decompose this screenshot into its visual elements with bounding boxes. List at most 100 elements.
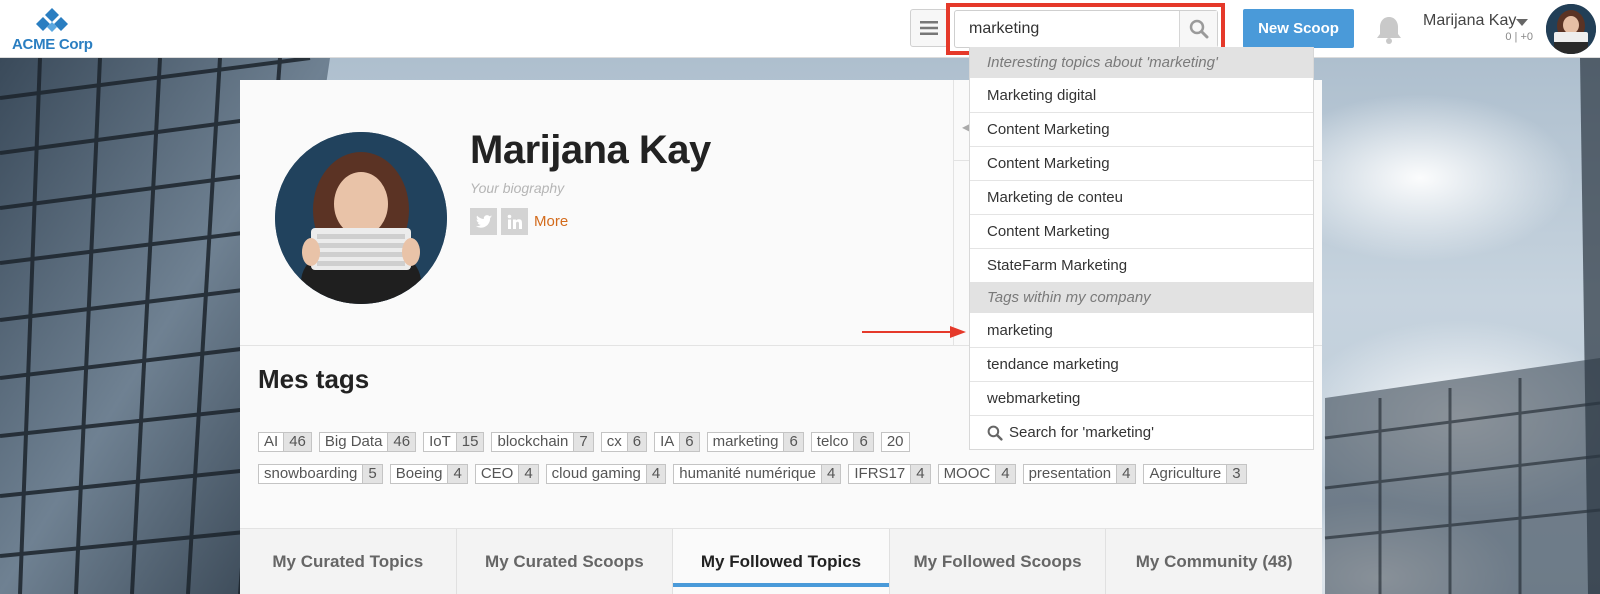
tag-count: 4 xyxy=(1116,465,1136,483)
tag-name: IA xyxy=(660,433,675,450)
tags-title: Mes tags xyxy=(258,364,370,394)
topic-suggestion[interactable]: Marketing de conteu xyxy=(970,180,1313,214)
tag-suggestion[interactable]: tendance marketing xyxy=(970,347,1313,381)
tag-count: 4 xyxy=(518,465,538,483)
tag-count: 5 xyxy=(362,465,382,483)
new-scoop-button[interactable]: New Scoop xyxy=(1243,9,1354,48)
tab-my-curated-topics[interactable]: My Curated Topics xyxy=(240,529,457,594)
bell-icon[interactable] xyxy=(1375,15,1403,45)
tag-chip[interactable]: Boeing 4 xyxy=(389,464,468,484)
biography-placeholder[interactable]: Your biography xyxy=(470,180,564,196)
tag-count: 6 xyxy=(626,433,647,451)
tag-chip[interactable]: blockchain 7 xyxy=(491,432,594,452)
tag-name: cx xyxy=(606,433,622,450)
profile-tabs: My Curated Topics My Curated Scoops My Fol… xyxy=(240,528,1322,594)
search-all-label: Search for 'marketing' xyxy=(1009,424,1154,441)
tab-my-curated-scoops[interactable]: My Curated Scoops xyxy=(457,529,674,594)
tag-count: 4 xyxy=(447,465,467,483)
tag-name: 20 xyxy=(886,433,904,450)
topics-section-header: Interesting topics about 'marketing' xyxy=(970,47,1313,78)
tag-name: humanité numérique xyxy=(679,465,817,482)
tab-my-followed-scoops[interactable]: My Followed Scoops xyxy=(890,529,1107,594)
tab-my-followed-topics[interactable]: My Followed Topics xyxy=(673,529,890,594)
search-suggestions-dropdown: Interesting topics about 'marketing' Mar… xyxy=(969,47,1314,450)
tag-chip[interactable]: marketing 6 xyxy=(706,432,804,452)
tag-count: 4 xyxy=(910,465,930,483)
tag-count: 6 xyxy=(679,433,699,451)
tag-suggestion[interactable]: marketing xyxy=(970,313,1313,347)
tag-name: telco xyxy=(816,433,849,450)
tag-count: 46 xyxy=(387,433,416,451)
tag-count: 46 xyxy=(283,433,311,451)
tag-name: Agriculture xyxy=(1149,465,1222,482)
tag-name: Big Data xyxy=(324,433,383,450)
acme-logo[interactable]: ACME Corp xyxy=(10,8,100,53)
tag-count: 7 xyxy=(573,433,593,451)
topic-suggestion[interactable]: Content Marketing xyxy=(970,112,1313,146)
tag-name: AI xyxy=(264,433,279,450)
tag-chip[interactable]: Big Data 46 xyxy=(318,432,417,452)
topic-suggestion[interactable]: Content Marketing xyxy=(970,146,1313,180)
tag-name: MOOC xyxy=(943,465,991,482)
top-header: ACME Corp New Scoop Marijana Kay 0 | +0 xyxy=(0,0,1600,58)
topic-suggestion[interactable]: StateFarm Marketing xyxy=(970,248,1313,282)
tag-count: 15 xyxy=(455,433,484,451)
tag-name: CEO xyxy=(480,465,514,482)
tag-chip[interactable]: IFRS17 4 xyxy=(848,464,931,484)
tag-count: 4 xyxy=(821,465,841,483)
header-avatar[interactable] xyxy=(1546,4,1596,54)
tag-chip[interactable]: AI 46 xyxy=(258,432,312,452)
search-input[interactable] xyxy=(955,11,1175,47)
linkedin-icon[interactable] xyxy=(501,208,528,235)
tag-count: 6 xyxy=(783,433,803,451)
tag-suggestion[interactable]: webmarketing xyxy=(970,381,1313,415)
tag-chip[interactable]: presentation 4 xyxy=(1022,464,1137,484)
user-name[interactable]: Marijana Kay xyxy=(1423,12,1516,30)
tag-chip[interactable]: 20 xyxy=(880,432,910,452)
user-stats: 0 | +0 xyxy=(1505,31,1533,43)
profile-name: Marijana Kay xyxy=(470,128,711,172)
chevron-down-icon[interactable] xyxy=(1516,19,1528,26)
tag-count: 6 xyxy=(853,433,873,451)
tag-name: snowboarding xyxy=(264,465,358,482)
topic-suggestion[interactable]: Marketing digital xyxy=(970,78,1313,112)
tag-name: marketing xyxy=(712,433,779,450)
tag-chip[interactable]: telco 6 xyxy=(810,432,874,452)
search-icon xyxy=(1189,19,1208,39)
tag-count: 4 xyxy=(995,465,1015,483)
tag-chip[interactable]: MOOC 4 xyxy=(937,464,1016,484)
tag-chip[interactable]: IA 6 xyxy=(654,432,700,452)
logo-text: ACME Corp xyxy=(12,36,93,53)
tag-name: blockchain xyxy=(497,433,569,450)
logo-diamonds-icon xyxy=(36,8,68,32)
tag-chip[interactable]: snowboarding 5 xyxy=(258,464,383,484)
tag-chip[interactable]: CEO 4 xyxy=(474,464,539,484)
tag-chip[interactable]: Agriculture 3 xyxy=(1143,464,1247,484)
tab-my-community-48[interactable]: My Community (48) xyxy=(1106,529,1322,594)
tag-name: cloud gaming xyxy=(551,465,641,482)
annotation-arrow-icon xyxy=(862,326,966,338)
tag-chip[interactable]: cx 6 xyxy=(600,432,648,452)
more-link[interactable]: More xyxy=(534,213,568,230)
menu-button[interactable] xyxy=(910,9,948,47)
tag-chip[interactable]: IoT 15 xyxy=(423,432,485,452)
hamburger-icon xyxy=(920,21,938,35)
column-divider xyxy=(953,80,954,346)
search-all-option[interactable]: Search for 'marketing' xyxy=(970,415,1313,449)
search-box xyxy=(954,10,1218,48)
tag-count: 3 xyxy=(1226,465,1246,483)
twitter-icon[interactable] xyxy=(470,208,497,235)
search-button[interactable] xyxy=(1179,11,1217,47)
tag-chip[interactable]: cloud gaming 4 xyxy=(545,464,667,484)
tag-name: IFRS17 xyxy=(854,465,906,482)
tag-count: 4 xyxy=(645,465,666,483)
profile-avatar xyxy=(275,132,447,304)
tag-name: IoT xyxy=(429,433,451,450)
tag-name: Boeing xyxy=(395,465,443,482)
tag-name: presentation xyxy=(1028,465,1112,482)
topic-suggestion[interactable]: Content Marketing xyxy=(970,214,1313,248)
search-icon xyxy=(987,425,1003,441)
social-links: More xyxy=(470,208,568,235)
tags-section-header: Tags within my company xyxy=(970,282,1313,313)
tag-chip[interactable]: humanité numérique 4 xyxy=(673,464,842,484)
